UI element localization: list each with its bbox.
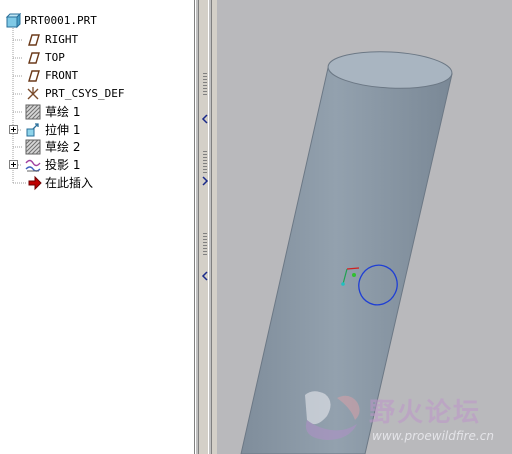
tree-item-label: PRT0001.PRT xyxy=(24,14,97,27)
sketch-icon xyxy=(25,104,41,120)
grip-handle-icon[interactable] xyxy=(202,150,208,176)
watermark-url: www.proewildfire.cn xyxy=(372,429,494,443)
datum-plane-icon xyxy=(28,70,40,82)
tree-item-projection-1[interactable]: 投影 1 xyxy=(0,156,195,174)
expand-toggle-icon[interactable] xyxy=(9,125,18,134)
expand-toggle-icon[interactable] xyxy=(9,160,18,169)
splitter-rail xyxy=(195,0,199,454)
expand-right-icon[interactable] xyxy=(201,176,209,186)
grip-handle-icon[interactable] xyxy=(202,232,208,258)
tree-item-extrude-1[interactable]: 拉伸 1 xyxy=(0,121,195,139)
tree-item-label: 草绘 1 xyxy=(45,105,81,119)
tree-item-csys[interactable]: PRT_CSYS_DEF xyxy=(0,85,195,103)
tree-item-sketch-1[interactable]: 草绘 1 xyxy=(0,103,195,121)
datum-plane-icon xyxy=(28,52,40,64)
tree-item-root[interactable]: PRT0001.PRT xyxy=(0,12,195,30)
watermark-title: 野火论坛 xyxy=(369,398,482,428)
extrude-icon xyxy=(26,123,39,137)
projected-curve-icon xyxy=(25,159,41,172)
tree-item-label: 在此插入 xyxy=(45,176,94,190)
tree-item-label: 草绘 2 xyxy=(45,140,81,154)
tree-item-label: 投影 1 xyxy=(45,158,81,172)
splitter-rail xyxy=(208,0,212,454)
grip-handle-icon[interactable] xyxy=(202,72,208,98)
tree-item-insert-here[interactable]: 在此插入 xyxy=(0,174,195,192)
tree-item-label: FRONT xyxy=(45,69,79,82)
tree-item-label: TOP xyxy=(45,51,65,64)
tree-item-label: PRT_CSYS_DEF xyxy=(45,87,125,100)
tree-item-top[interactable]: TOP xyxy=(0,49,195,67)
panel-splitter[interactable] xyxy=(195,0,217,454)
insert-here-arrow-icon xyxy=(28,175,42,191)
model-tree-panel: PRT0001.PRT RIGHT TOP FRONT PRT_CSYS_DEF xyxy=(0,0,195,454)
tree-item-label: RIGHT xyxy=(45,33,79,46)
part-icon xyxy=(5,13,21,29)
datum-plane-icon xyxy=(28,34,40,46)
collapse-left-icon[interactable] xyxy=(201,271,209,281)
tree-item-right[interactable]: RIGHT xyxy=(0,31,195,49)
3d-viewport[interactable]: 野火论坛 www.proewildfire.cn xyxy=(217,0,512,454)
collapse-left-icon[interactable] xyxy=(201,114,209,124)
coordinate-system-icon xyxy=(27,87,39,100)
tree-item-front[interactable]: FRONT xyxy=(0,67,195,85)
tree-item-sketch-2[interactable]: 草绘 2 xyxy=(0,138,195,156)
tree-item-label: 拉伸 1 xyxy=(45,123,81,137)
model-graphics[interactable] xyxy=(217,0,512,454)
sketch-icon xyxy=(25,139,41,155)
